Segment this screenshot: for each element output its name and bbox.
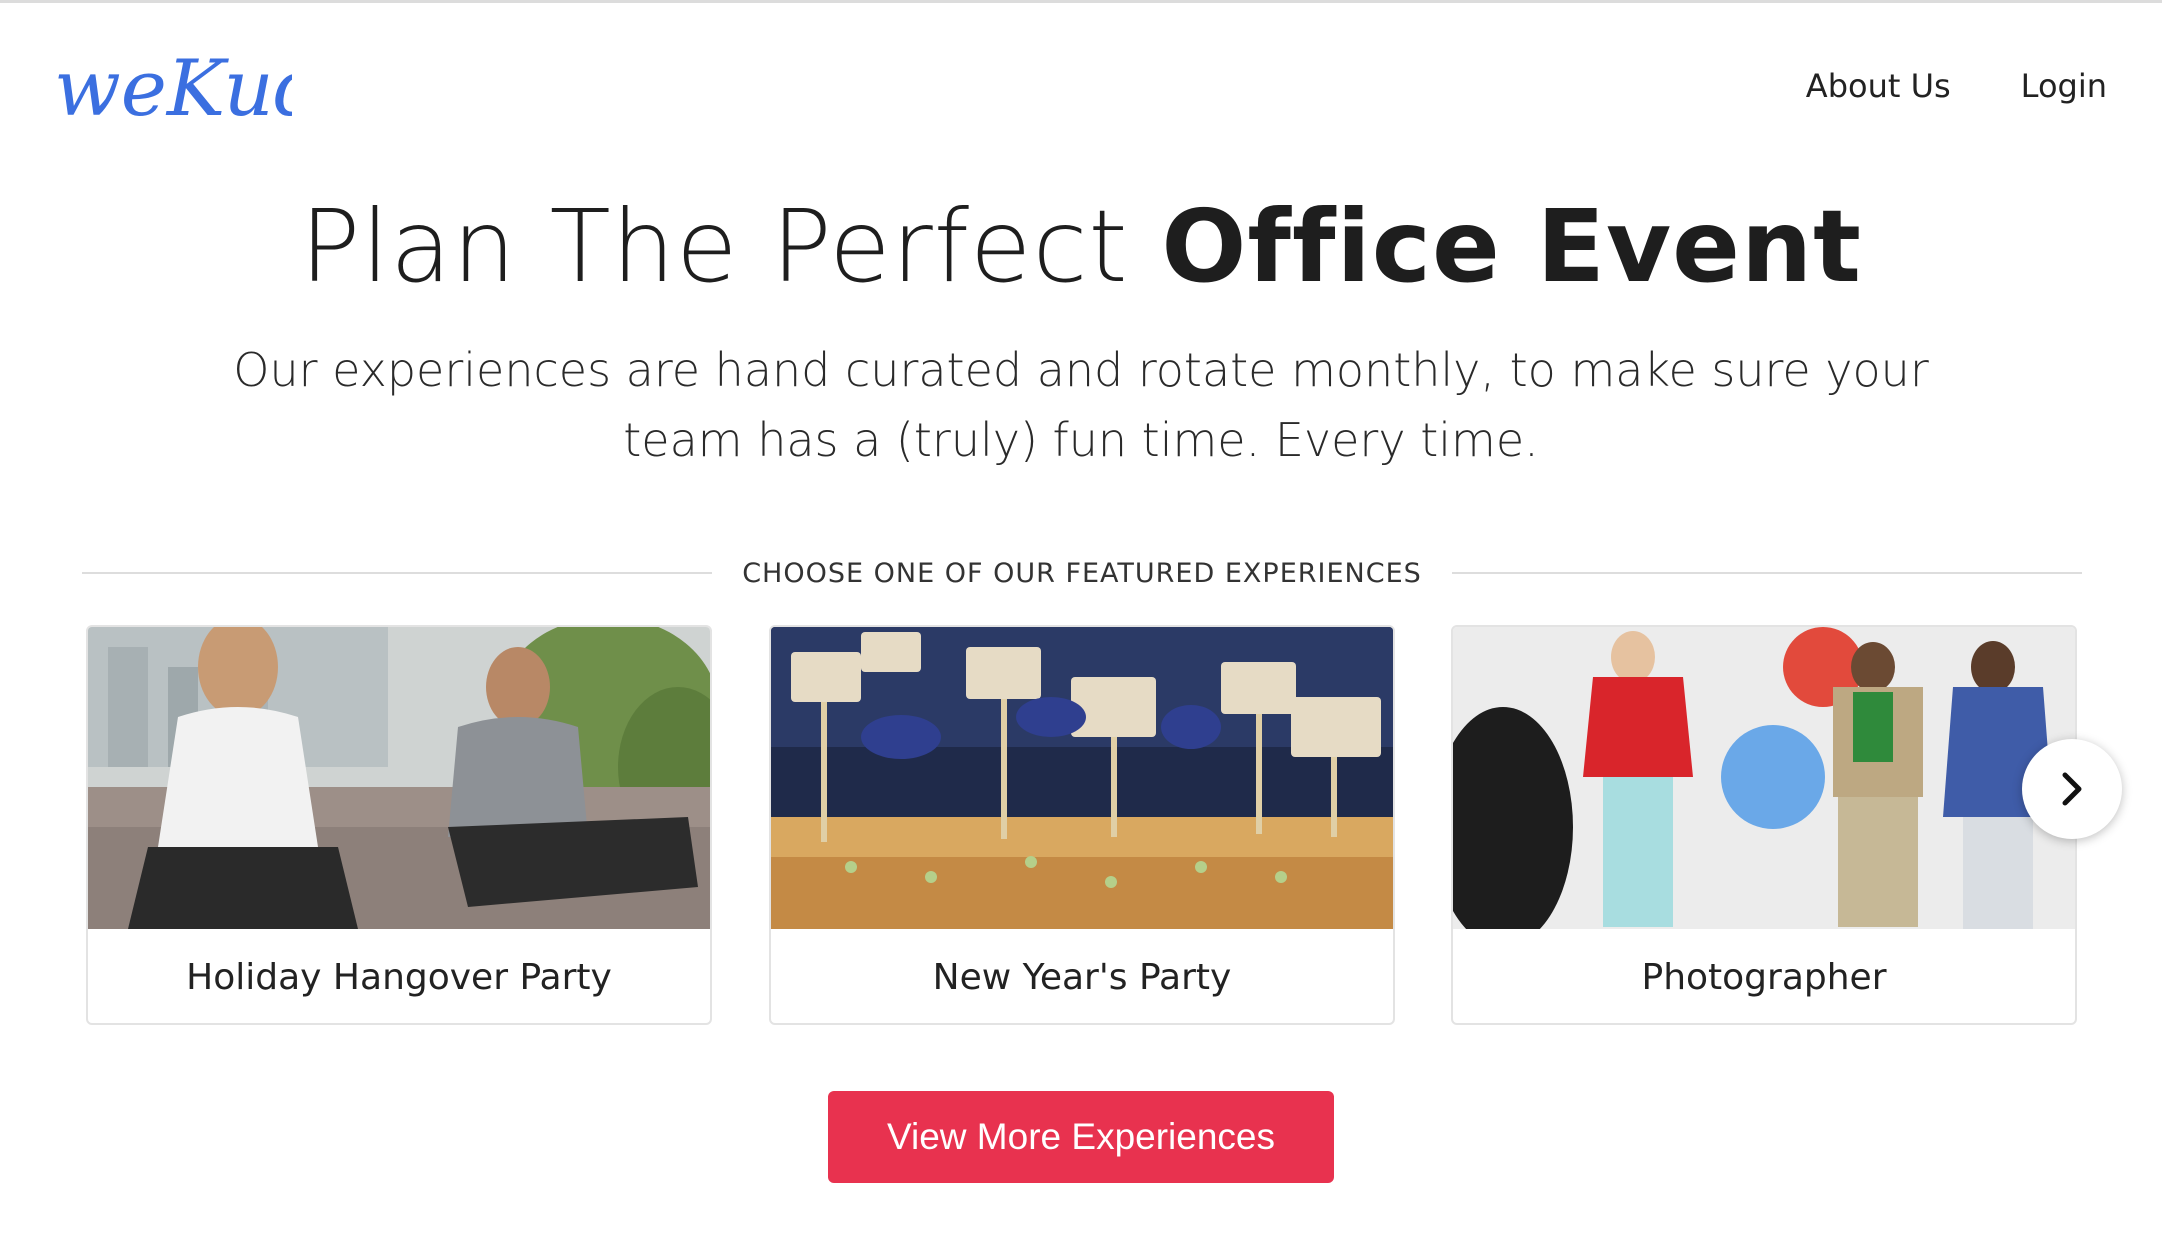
experience-card-photographer[interactable]: Photographer [1451, 625, 2077, 1025]
logo-wordmark: weKudo [54, 44, 292, 134]
card-image-photographer [1453, 627, 2075, 929]
title-regular: Plan The Perfect [300, 188, 1162, 305]
site-header: weKudo About Us Login [0, 3, 2162, 173]
card-label: Holiday Hangover Party [186, 956, 612, 998]
wekudo-logo[interactable]: weKudo [52, 37, 292, 137]
card-image-new-years [771, 627, 1393, 929]
carousel-next-button[interactable] [2022, 739, 2122, 839]
experience-card-holiday-hangover[interactable]: Holiday Hangover Party [86, 625, 712, 1025]
chevron-right-icon [2062, 772, 2082, 806]
experience-card-new-years[interactable]: New Year's Party [769, 625, 1395, 1025]
nav-login-link[interactable]: Login [2021, 67, 2107, 105]
top-nav: About Us Login [1806, 67, 2107, 105]
nav-about-us-link[interactable]: About Us [1806, 67, 1951, 105]
page-title: Plan The Perfect Office Event [0, 188, 2162, 305]
card-image-holiday-hangover [88, 627, 710, 929]
view-more-experiences-button[interactable]: View More Experiences [828, 1091, 1334, 1183]
title-bold: Office Event [1161, 188, 1862, 305]
card-label: New Year's Party [932, 956, 1232, 998]
divider-right [1451, 572, 2082, 574]
section-label: CHOOSE ONE OF OUR FEATURED EXPERIENCES [742, 557, 1422, 589]
divider-left [82, 572, 713, 574]
hero-subtitle: Our experiences are hand curated and rot… [233, 343, 1929, 467]
card-label: Photographer [1641, 956, 1887, 998]
featured-section-header: CHOOSE ONE OF OUR FEATURED EXPERIENCES [82, 551, 2082, 595]
experience-carousel: Holiday Hangover Party New Year's Party … [86, 625, 2086, 1025]
page: weKudo About Us Login Plan The Perfect O… [0, 0, 2162, 1250]
